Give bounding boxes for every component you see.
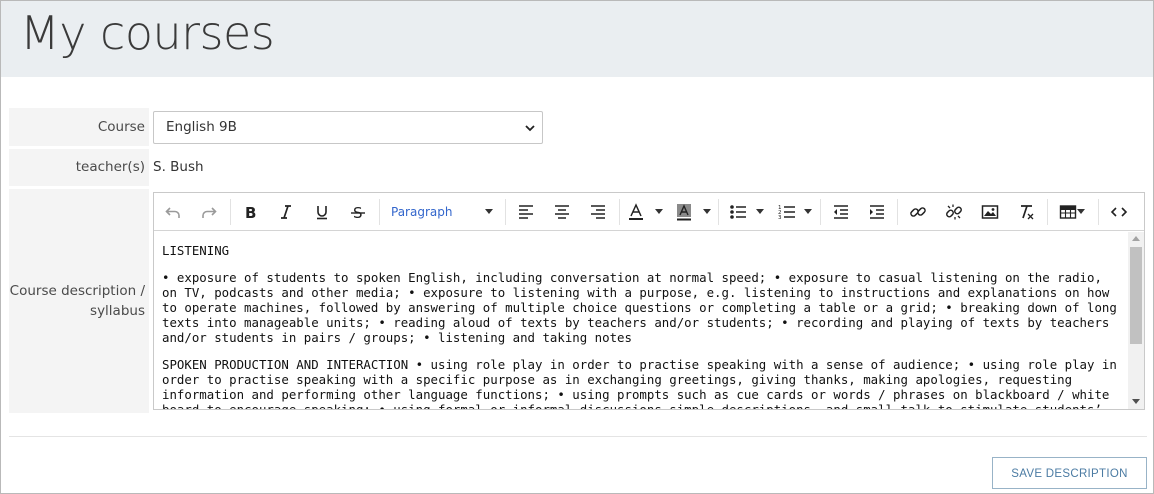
- editor-toolbar: B S Paragraph: [154, 193, 1144, 231]
- unlink-icon[interactable]: [940, 198, 968, 226]
- course-select[interactable]: English 9B: [153, 111, 543, 144]
- scroll-up-arrow-icon[interactable]: [1132, 236, 1140, 241]
- description-label-line2: syllabus: [90, 303, 145, 319]
- toolbar-divider: [897, 199, 898, 225]
- teacher-value: S. Bush: [153, 159, 204, 175]
- content-paragraph: SPOKEN PRODUCTION AND INTERACTION • usin…: [162, 357, 1117, 409]
- underline-icon[interactable]: [308, 198, 336, 226]
- chevron-down-icon[interactable]: [756, 209, 764, 214]
- toolbar-divider: [619, 199, 620, 225]
- undo-icon[interactable]: [159, 198, 187, 226]
- chevron-down-icon[interactable]: [804, 209, 812, 214]
- content-paragraph: • exposure of students to spoken English…: [162, 270, 1117, 345]
- rich-text-editor: B S Paragraph: [153, 192, 1145, 410]
- toolbar-divider: [230, 199, 231, 225]
- svg-text:3: 3: [778, 215, 782, 221]
- source-code-icon[interactable]: [1105, 198, 1133, 226]
- bold-icon[interactable]: B: [236, 198, 264, 226]
- block-format-value: Paragraph: [391, 205, 453, 219]
- course-label: Course: [9, 108, 149, 146]
- strikethrough-icon[interactable]: S: [344, 198, 372, 226]
- image-icon[interactable]: [976, 198, 1004, 226]
- chevron-down-icon[interactable]: [703, 209, 711, 214]
- toolbar-divider: [820, 199, 821, 225]
- page-header: My courses: [1, 1, 1153, 77]
- text-color-icon[interactable]: [622, 198, 650, 226]
- chevron-down-icon[interactable]: [655, 209, 663, 214]
- description-label: Course description / syllabus: [9, 189, 149, 413]
- page-title: My courses: [20, 6, 275, 60]
- editor-content[interactable]: LISTENING • exposure of students to spok…: [154, 232, 1129, 409]
- page-frame: My courses Course English 9B teacher(s) …: [0, 0, 1154, 494]
- toolbar-divider: [379, 199, 380, 225]
- content-paragraph: LISTENING: [162, 243, 230, 258]
- align-right-icon[interactable]: [584, 198, 612, 226]
- toolbar-divider: [505, 199, 506, 225]
- save-description-button[interactable]: SAVE DESCRIPTION: [992, 457, 1147, 489]
- teacher-label: teacher(s): [9, 149, 149, 186]
- link-icon[interactable]: [904, 198, 932, 226]
- block-format-select[interactable]: Paragraph: [385, 198, 497, 226]
- description-label-line1: Course description /: [9, 283, 145, 299]
- toolbar-divider: [1098, 199, 1099, 225]
- background-color-icon[interactable]: [670, 198, 698, 226]
- indent-icon[interactable]: [863, 198, 891, 226]
- scroll-thumb[interactable]: [1130, 247, 1142, 344]
- align-left-icon[interactable]: [512, 198, 540, 226]
- course-select-value: English 9B: [166, 119, 237, 135]
- editor-scrollbar[interactable]: [1128, 232, 1144, 409]
- toolbar-divider: [1047, 199, 1048, 225]
- svg-text:B: B: [245, 204, 256, 221]
- chevron-down-icon: [524, 122, 536, 134]
- redo-icon[interactable]: [195, 198, 223, 226]
- bullet-list-icon[interactable]: [724, 198, 752, 226]
- outdent-icon[interactable]: [827, 198, 855, 226]
- align-center-icon[interactable]: [548, 198, 576, 226]
- chevron-down-icon: [485, 209, 493, 214]
- form-divider: [9, 436, 1147, 437]
- scroll-down-arrow-icon[interactable]: [1132, 399, 1140, 404]
- numbered-list-icon[interactable]: 123: [773, 198, 801, 226]
- clear-formatting-icon[interactable]: [1012, 198, 1040, 226]
- toolbar-divider: [718, 199, 719, 225]
- chevron-down-icon[interactable]: [1077, 209, 1085, 214]
- italic-icon[interactable]: [272, 198, 300, 226]
